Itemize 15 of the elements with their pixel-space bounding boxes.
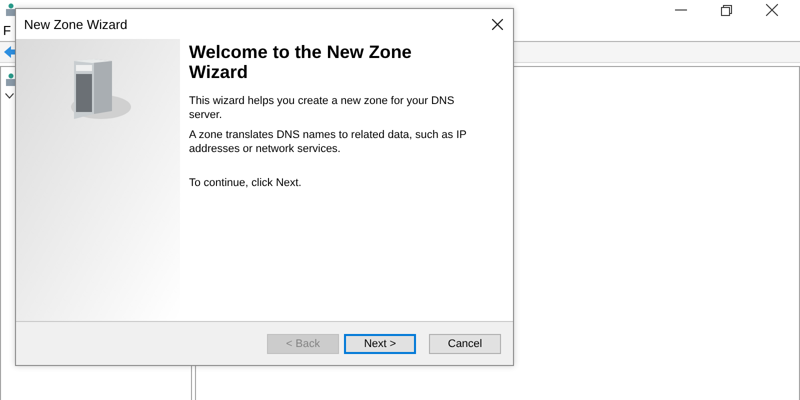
paragraph: This wizard helps you create a new zone for your DNS server. bbox=[189, 94, 456, 122]
paragraph: To continue, click Next. bbox=[189, 176, 302, 191]
wizard-button[interactable]: Next > bbox=[344, 334, 416, 354]
menu-item[interactable]: F bbox=[3, 23, 11, 38]
close-icon[interactable] bbox=[492, 18, 503, 30]
minimize-icon[interactable] bbox=[675, 9, 687, 11]
server-icon bbox=[5, 73, 17, 87]
heading: Welcome to the New Zone Wizard bbox=[189, 43, 413, 83]
restore-icon[interactable] bbox=[721, 4, 732, 16]
wizard-button[interactable]: Cancel bbox=[429, 334, 501, 354]
chevron-icon[interactable] bbox=[5, 93, 14, 99]
close-icon[interactable] bbox=[766, 4, 778, 16]
paragraph: A zone translates DNS names to related data, such as IP addresses or network services. bbox=[189, 129, 468, 157]
window-title: New Zone Wizard bbox=[24, 16, 128, 32]
app-icon bbox=[5, 3, 17, 17]
